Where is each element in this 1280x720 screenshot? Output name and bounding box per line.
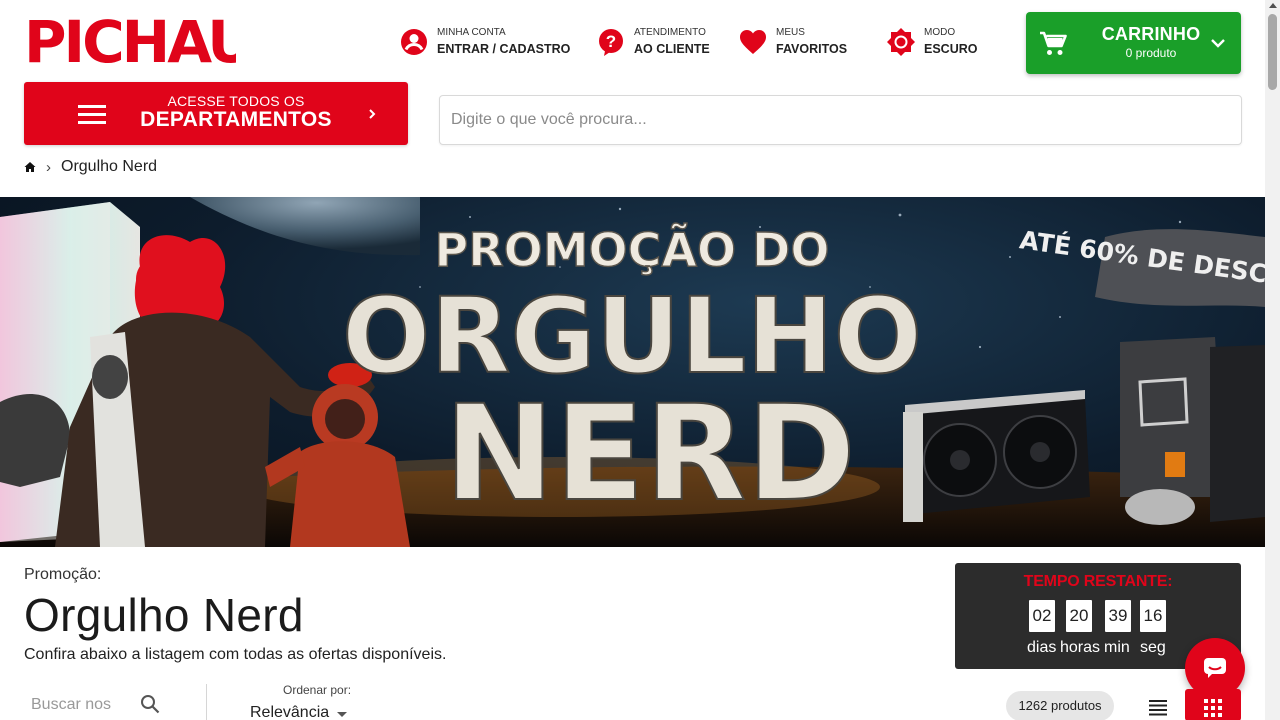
promo-title: Orgulho Nerd bbox=[24, 589, 304, 641]
scrollbar-thumb[interactable] bbox=[1268, 14, 1277, 90]
departments-button[interactable]: ACESSE TODOS OS DEPARTAMENTOS bbox=[24, 82, 408, 145]
grid-view-button[interactable] bbox=[1185, 689, 1241, 720]
search-box bbox=[439, 95, 1242, 145]
account-icon bbox=[399, 27, 429, 57]
support-link[interactable]: ? ATENDIMENTO AO CLIENTE bbox=[596, 26, 710, 57]
timer-seconds-unit: seg bbox=[1140, 639, 1166, 656]
list-view-icon[interactable] bbox=[1146, 696, 1170, 718]
product-count: 1262 produtos bbox=[1006, 691, 1114, 720]
filter-search-input[interactable] bbox=[24, 688, 134, 714]
search-input[interactable] bbox=[440, 96, 1241, 144]
cart-count: 0 produto bbox=[1125, 46, 1177, 60]
breadcrumb-separator: › bbox=[46, 158, 51, 176]
departments-line1: ACESSE TODOS OS bbox=[167, 93, 305, 109]
account-small-label: MINHA CONTA bbox=[437, 27, 506, 38]
departments-line2: DEPARTAMENTOS bbox=[140, 108, 332, 131]
timer-label: TEMPO RESTANTE: bbox=[1023, 573, 1173, 590]
pichau-logo[interactable]: PICHAU bbox=[24, 12, 236, 66]
chat-icon bbox=[1204, 658, 1226, 678]
scroll-up-arrow[interactable] bbox=[1269, 3, 1277, 8]
favorites-big-label: FAVORITOS bbox=[776, 42, 848, 56]
breadcrumb: › Orgulho Nerd bbox=[24, 158, 157, 176]
promo-description: Confira abaixo a listagem com todas as o… bbox=[24, 646, 447, 663]
page-scrollbar[interactable] bbox=[1265, 0, 1280, 720]
chevron-right-icon bbox=[369, 109, 376, 119]
timer-hours-unit: horas bbox=[1060, 639, 1101, 656]
darkmode-big-label: ESCURO bbox=[924, 42, 978, 56]
heart-icon bbox=[738, 27, 768, 57]
svg-text:PICHAU: PICHAU bbox=[24, 12, 236, 66]
help-icon: ? bbox=[596, 27, 626, 57]
svg-text:?: ? bbox=[606, 32, 616, 51]
account-link[interactable]: MINHA CONTA ENTRAR / CADASTRO bbox=[399, 26, 570, 57]
timer-days-unit: dias bbox=[1027, 639, 1057, 656]
promo-label: Promoção: bbox=[24, 566, 102, 583]
order-select[interactable]: Relevância bbox=[250, 704, 348, 720]
promo-banner[interactable]: PROMOÇÃO DO ORGULHO NERD ATÉ 60% DE DESC… bbox=[0, 197, 1265, 547]
timer-days: 02 bbox=[1029, 600, 1055, 632]
home-icon[interactable] bbox=[24, 161, 36, 173]
order-value: Relevância bbox=[250, 704, 330, 720]
support-small-label: ATENDIMENTO bbox=[634, 27, 706, 38]
cart-title: CARRINHO bbox=[1101, 24, 1201, 44]
favorites-link[interactable]: MEUS FAVORITOS bbox=[738, 26, 847, 57]
page: PICHAU MINHA CONTA ENTRAR / CADASTRO ? A… bbox=[0, 0, 1280, 720]
banner-line1: PROMOÇÃO DO bbox=[435, 222, 830, 277]
filter-search bbox=[24, 688, 174, 720]
cart-button[interactable]: CARRINHO 0 produto bbox=[1026, 12, 1241, 74]
darkmode-small-label: MODO bbox=[924, 27, 956, 38]
menu-icon bbox=[78, 105, 106, 124]
order-label: Ordenar por: bbox=[283, 683, 352, 697]
search-icon[interactable] bbox=[140, 694, 160, 714]
timer-hours: 20 bbox=[1066, 600, 1092, 632]
dark-mode-toggle[interactable]: MODO ESCURO bbox=[886, 26, 977, 57]
timer-seconds: 16 bbox=[1140, 600, 1166, 632]
support-big-label: AO CLIENTE bbox=[634, 42, 710, 56]
chevron-down-icon bbox=[1211, 39, 1225, 48]
grid-view-icon bbox=[1204, 699, 1222, 717]
timer-minutes: 39 bbox=[1105, 600, 1131, 632]
caret-down-icon bbox=[337, 712, 348, 717]
account-big-label: ENTRAR / CADASTRO bbox=[437, 42, 571, 56]
brightness-icon bbox=[886, 27, 916, 57]
banner-line3: NERD bbox=[444, 377, 856, 531]
timer-minutes-unit: min bbox=[1104, 639, 1130, 656]
cart-icon bbox=[1040, 31, 1067, 55]
favorites-small-label: MEUS bbox=[776, 27, 805, 38]
breadcrumb-current: Orgulho Nerd bbox=[61, 158, 158, 175]
filter-divider bbox=[206, 684, 207, 720]
